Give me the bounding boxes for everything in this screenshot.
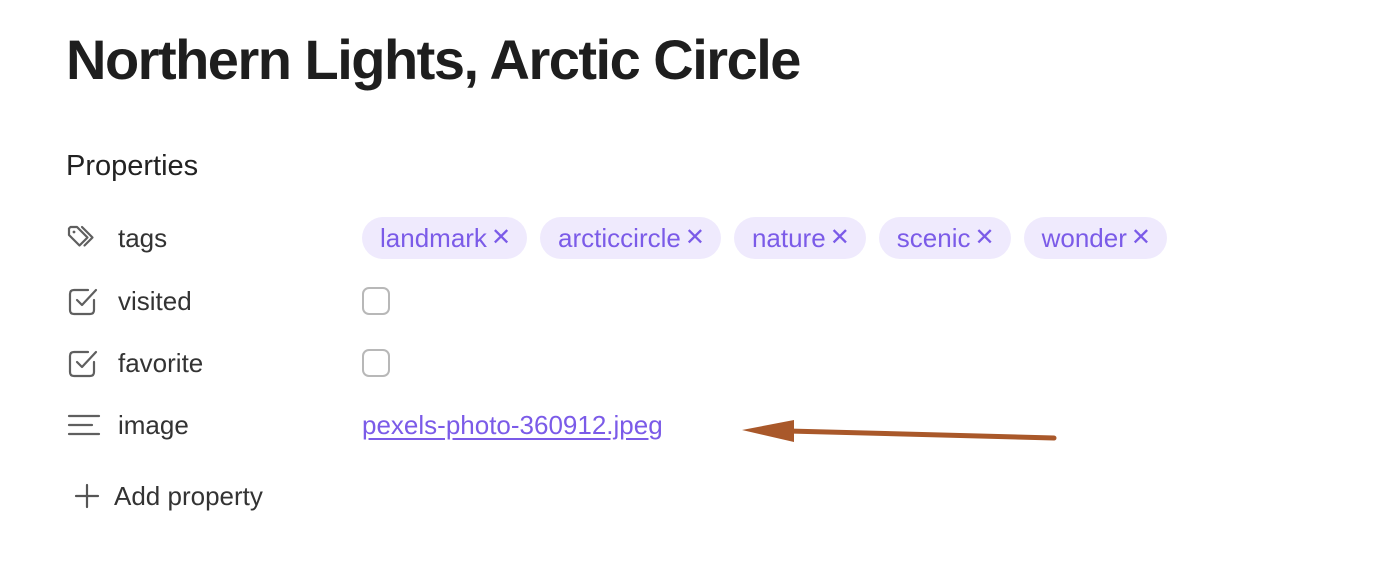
tag-list: landmark ✕ arcticcircle ✕ nature ✕ scenic ✕ wond… [362,216,1180,260]
tag-label: landmark [380,222,487,253]
property-name-visited: visited [118,286,192,316]
tags-icon [66,220,102,256]
text-lines-icon [66,407,102,443]
add-property-button[interactable]: Add property [72,476,263,516]
image-file-link[interactable]: pexels-photo-360912.jpeg [362,410,663,441]
property-name-image: image [118,410,189,440]
remove-tag-icon[interactable]: ✕ [830,226,850,250]
property-key-favorite[interactable]: favorite [66,341,203,385]
checkbox-property-icon [66,345,102,381]
tag-pill[interactable]: arcticcircle ✕ [540,217,721,259]
property-row-visited: visited [66,279,1316,323]
remove-tag-icon[interactable]: ✕ [1131,226,1151,250]
remove-tag-icon[interactable]: ✕ [685,226,705,250]
tag-pill[interactable]: landmark ✕ [362,217,528,259]
property-row-tags: tags landmark ✕ arcticcircle ✕ nature ✕ scenic… [66,216,1316,260]
checkbox-property-icon [66,283,102,319]
plus-icon [72,481,102,511]
properties-heading: Properties [66,150,199,182]
property-key-visited[interactable]: visited [66,279,192,323]
tag-label: wonder [1041,222,1127,253]
property-name-favorite: favorite [118,348,204,378]
tag-pill[interactable]: nature ✕ [733,217,866,259]
property-row-favorite: favorite [66,341,1316,385]
visited-checkbox[interactable] [362,287,390,315]
property-key-tags[interactable]: tags [66,216,167,260]
property-row-image: image pexels-photo-360912.jpeg [66,403,1316,447]
tag-pill[interactable]: scenic ✕ [878,217,1011,259]
property-key-image[interactable]: image [66,403,189,447]
add-property-label: Add property [114,480,263,511]
remove-tag-icon[interactable]: ✕ [491,226,511,250]
remove-tag-icon[interactable]: ✕ [975,226,995,250]
page-title: Northern Lights, Arctic Circle [66,28,801,91]
tag-label: arcticcircle [558,222,681,253]
tag-pill[interactable]: wonder ✕ [1023,217,1167,259]
property-name-tags: tags [118,223,168,253]
tag-label: nature [751,222,826,253]
favorite-checkbox[interactable] [362,349,390,377]
tag-label: scenic [896,222,971,253]
